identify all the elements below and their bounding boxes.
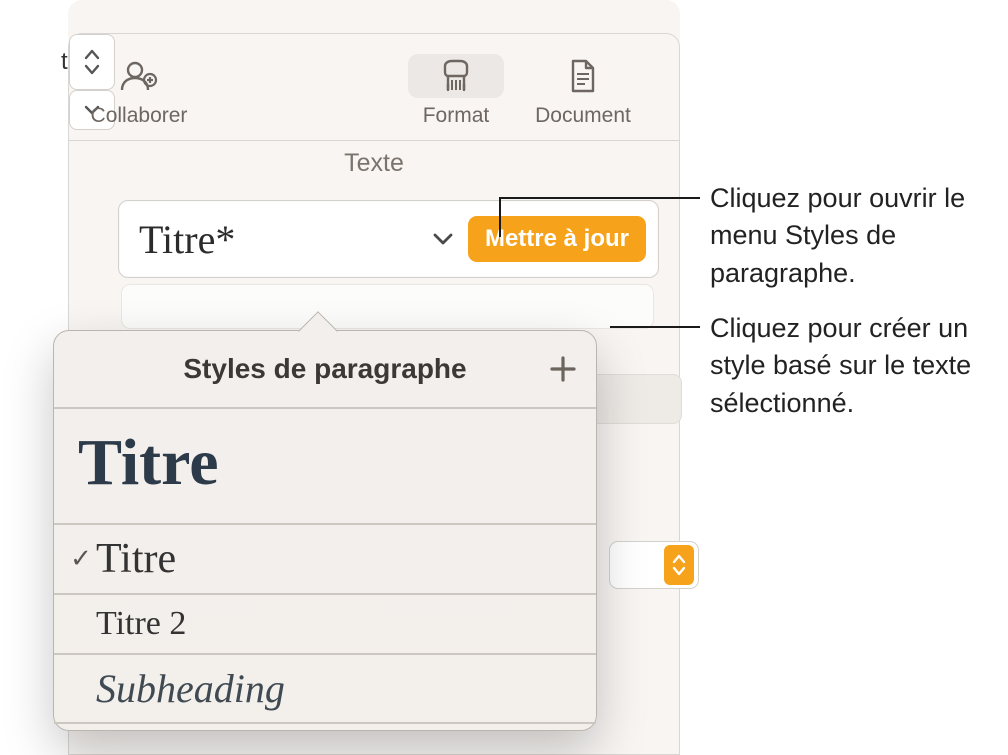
- document-button[interactable]: Document: [513, 54, 653, 128]
- current-style-name: Titre*: [139, 216, 432, 263]
- unit-suffix: t: [61, 48, 68, 76]
- style-list: ✓ Titre Titre 2 Subheading: [54, 525, 596, 724]
- collaborate-icon: [119, 59, 159, 93]
- orange-stepper-icon: [664, 545, 694, 585]
- update-style-button[interactable]: Mettre à jour: [468, 216, 646, 262]
- paragraph-styles-popover: Styles de paragraphe Titre ✓ Titre: [53, 330, 597, 731]
- format-icon: [439, 58, 473, 94]
- hidden-dropdown-1[interactable]: [609, 541, 699, 589]
- collaborate-label: Collaborer: [91, 104, 188, 128]
- segmented-control-peek: [582, 374, 682, 424]
- collaborate-button[interactable]: Collaborer: [69, 54, 209, 128]
- style-item-label: Subheading: [96, 665, 578, 712]
- format-sidebar: Collaborer Format: [68, 0, 680, 755]
- inspector-toolbar: Collaborer Format: [69, 48, 679, 141]
- format-button[interactable]: Format: [406, 54, 506, 128]
- style-item-subheading[interactable]: Subheading: [54, 655, 596, 724]
- add-style-button[interactable]: [548, 351, 578, 391]
- text-section-title: Texte: [69, 149, 679, 178]
- plus-icon: [548, 354, 578, 384]
- secondary-style-row: [121, 284, 654, 329]
- checkmark-icon: ✓: [66, 544, 96, 574]
- popover-header: Styles de paragraphe: [54, 331, 596, 409]
- popover-title: Styles de paragraphe: [183, 353, 466, 385]
- style-item-titre[interactable]: ✓ Titre: [54, 525, 596, 595]
- callout-open-menu: Cliquez pour ouvrir le menu Styles de pa…: [710, 180, 1000, 292]
- document-icon: [568, 58, 598, 94]
- format-label: Format: [423, 104, 490, 128]
- paragraph-style-selector[interactable]: Titre* Mettre à jour: [118, 200, 659, 278]
- style-preview: Titre: [54, 409, 596, 525]
- document-label: Document: [535, 104, 631, 128]
- chevron-down-icon: [432, 228, 454, 250]
- style-item-label: Titre 2: [96, 605, 578, 643]
- style-item-label: Titre: [96, 535, 578, 583]
- callout-create-style: Cliquez pour créer un style basé sur le …: [710, 310, 1008, 422]
- style-item-titre-2[interactable]: Titre 2: [54, 595, 596, 655]
